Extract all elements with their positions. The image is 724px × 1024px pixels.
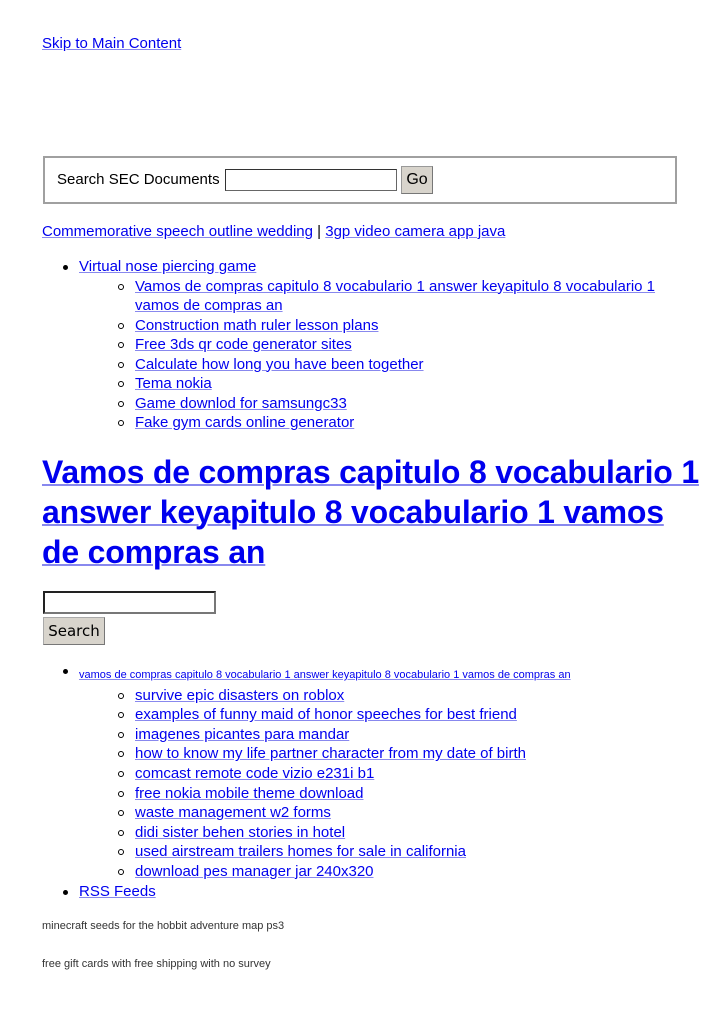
content-sublink[interactable]: examples of funny maid of honor speeches… <box>135 706 517 723</box>
nav-sublink[interactable]: Game downlod for samsungc33 <box>135 395 347 412</box>
content-list: vamos de compras capitulo 8 vocabulario … <box>60 664 680 901</box>
breadcrumb-link-speech[interactable]: Commemorative speech outline wedding <box>42 223 313 240</box>
rss-feeds-link[interactable]: RSS Feeds <box>79 883 156 900</box>
sec-search-label: Search SEC Documents <box>57 171 220 188</box>
nav-sublist: Vamos de compras capitulo 8 vocabulario … <box>116 277 660 433</box>
nav-link[interactable]: Virtual nose piercing game <box>79 258 256 275</box>
list-item: didi sister behen stories in hotel <box>116 823 680 843</box>
search-button[interactable]: Search <box>43 617 105 645</box>
list-item: Fake gym cards online generator <box>116 413 660 433</box>
content-sublink[interactable]: comcast remote code vizio e231i b1 <box>135 765 374 782</box>
breadcrumb-separator: | <box>317 223 322 240</box>
bullet-circle-icon <box>118 712 124 719</box>
bullet-circle-icon <box>118 361 124 368</box>
content-sublink[interactable]: waste management w2 forms <box>135 804 331 821</box>
content-sublist: survive epic disasters on roblox example… <box>116 686 680 882</box>
nav-sublink[interactable]: Calculate how long you have been togethe… <box>135 356 424 373</box>
list-item: survive epic disasters on roblox <box>116 686 680 706</box>
list-item: comcast remote code vizio e231i b1 <box>116 764 680 784</box>
nav-sublink[interactable]: Fake gym cards online generator <box>135 414 354 431</box>
content-sublink[interactable]: how to know my life partner character fr… <box>135 745 526 762</box>
list-item: used airstream trailers homes for sale i… <box>116 842 680 862</box>
page-title: Vamos de compras capitulo 8 vocabulario … <box>42 452 702 572</box>
list-item: vamos de compras capitulo 8 vocabulario … <box>60 664 680 882</box>
footer-text-minecraft: minecraft seeds for the hobbit adventure… <box>42 920 285 932</box>
list-item: how to know my life partner character fr… <box>116 744 680 764</box>
bullet-circle-icon <box>118 790 124 797</box>
content-sublink[interactable]: used airstream trailers homes for sale i… <box>135 843 466 860</box>
bullet-circle-icon <box>118 849 124 856</box>
bullet-circle-icon <box>118 810 124 817</box>
page-title-link[interactable]: Vamos de compras capitulo 8 vocabulario … <box>42 454 699 570</box>
list-item: waste management w2 forms <box>116 803 680 823</box>
site-search-input[interactable] <box>43 591 216 614</box>
bullet-circle-icon <box>118 420 124 426</box>
sec-search-form: Search SEC Documents Go <box>43 156 677 204</box>
content-sublink[interactable]: didi sister behen stories in hotel <box>135 824 345 841</box>
go-button[interactable]: Go <box>401 166 433 194</box>
bullet-circle-icon <box>118 692 124 699</box>
list-item: Game downlod for samsungc33 <box>116 394 660 414</box>
bullet-disc-icon <box>63 889 68 895</box>
bullet-circle-icon <box>118 868 124 875</box>
content-sublink[interactable]: free nokia mobile theme download <box>135 785 363 802</box>
bullet-disc-icon <box>63 669 68 674</box>
skip-to-main-link[interactable]: Skip to Main Content <box>42 35 181 52</box>
list-item: imagenes picantes para mandar <box>116 725 680 745</box>
content-sublink[interactable]: survive epic disasters on roblox <box>135 687 344 704</box>
list-item: Vamos de compras capitulo 8 vocabulario … <box>116 277 660 316</box>
nav-sublink[interactable]: Construction math ruler lesson plans <box>135 317 378 334</box>
bullet-circle-icon <box>118 322 124 329</box>
bullet-circle-icon <box>118 283 124 290</box>
list-item: Tema nokia <box>116 374 660 394</box>
content-sublink[interactable]: download pes manager jar 240x320 <box>135 863 374 880</box>
nav-sublink[interactable]: Vamos de compras capitulo 8 vocabulario … <box>135 278 655 315</box>
content-sublink[interactable]: imagenes picantes para mandar <box>135 726 349 743</box>
list-item: examples of funny maid of honor speeches… <box>116 705 680 725</box>
breadcrumb-link-3gp[interactable]: 3gp video camera app java <box>325 223 505 240</box>
list-item: RSS Feeds <box>60 882 680 902</box>
nav-sublink[interactable]: Tema nokia <box>135 375 212 392</box>
bullet-disc-icon <box>63 265 68 270</box>
nav-list: Virtual nose piercing game Vamos de comp… <box>60 257 660 433</box>
list-item: free nokia mobile theme download <box>116 784 680 804</box>
bullet-circle-icon <box>118 731 124 738</box>
bullet-circle-icon <box>118 770 124 777</box>
bullet-circle-icon <box>118 400 124 407</box>
list-item: Free 3ds qr code generator sites <box>116 335 660 355</box>
footer-text-gift-cards: free gift cards with free shipping with … <box>42 958 271 970</box>
list-item: Virtual nose piercing game Vamos de comp… <box>60 257 660 433</box>
bullet-circle-icon <box>118 751 124 758</box>
nav-sublink[interactable]: Free 3ds qr code generator sites <box>135 336 352 353</box>
bullet-circle-icon <box>118 381 124 387</box>
bullet-circle-icon <box>118 342 124 348</box>
list-item: Calculate how long you have been togethe… <box>116 355 660 375</box>
content-link[interactable]: vamos de compras capitulo 8 vocabulario … <box>79 669 571 681</box>
breadcrumb: Commemorative speech outline wedding | 3… <box>42 223 505 240</box>
list-item: download pes manager jar 240x320 <box>116 862 680 882</box>
sec-search-input[interactable] <box>225 169 397 191</box>
list-item: Construction math ruler lesson plans <box>116 316 660 336</box>
bullet-circle-icon <box>118 829 124 836</box>
